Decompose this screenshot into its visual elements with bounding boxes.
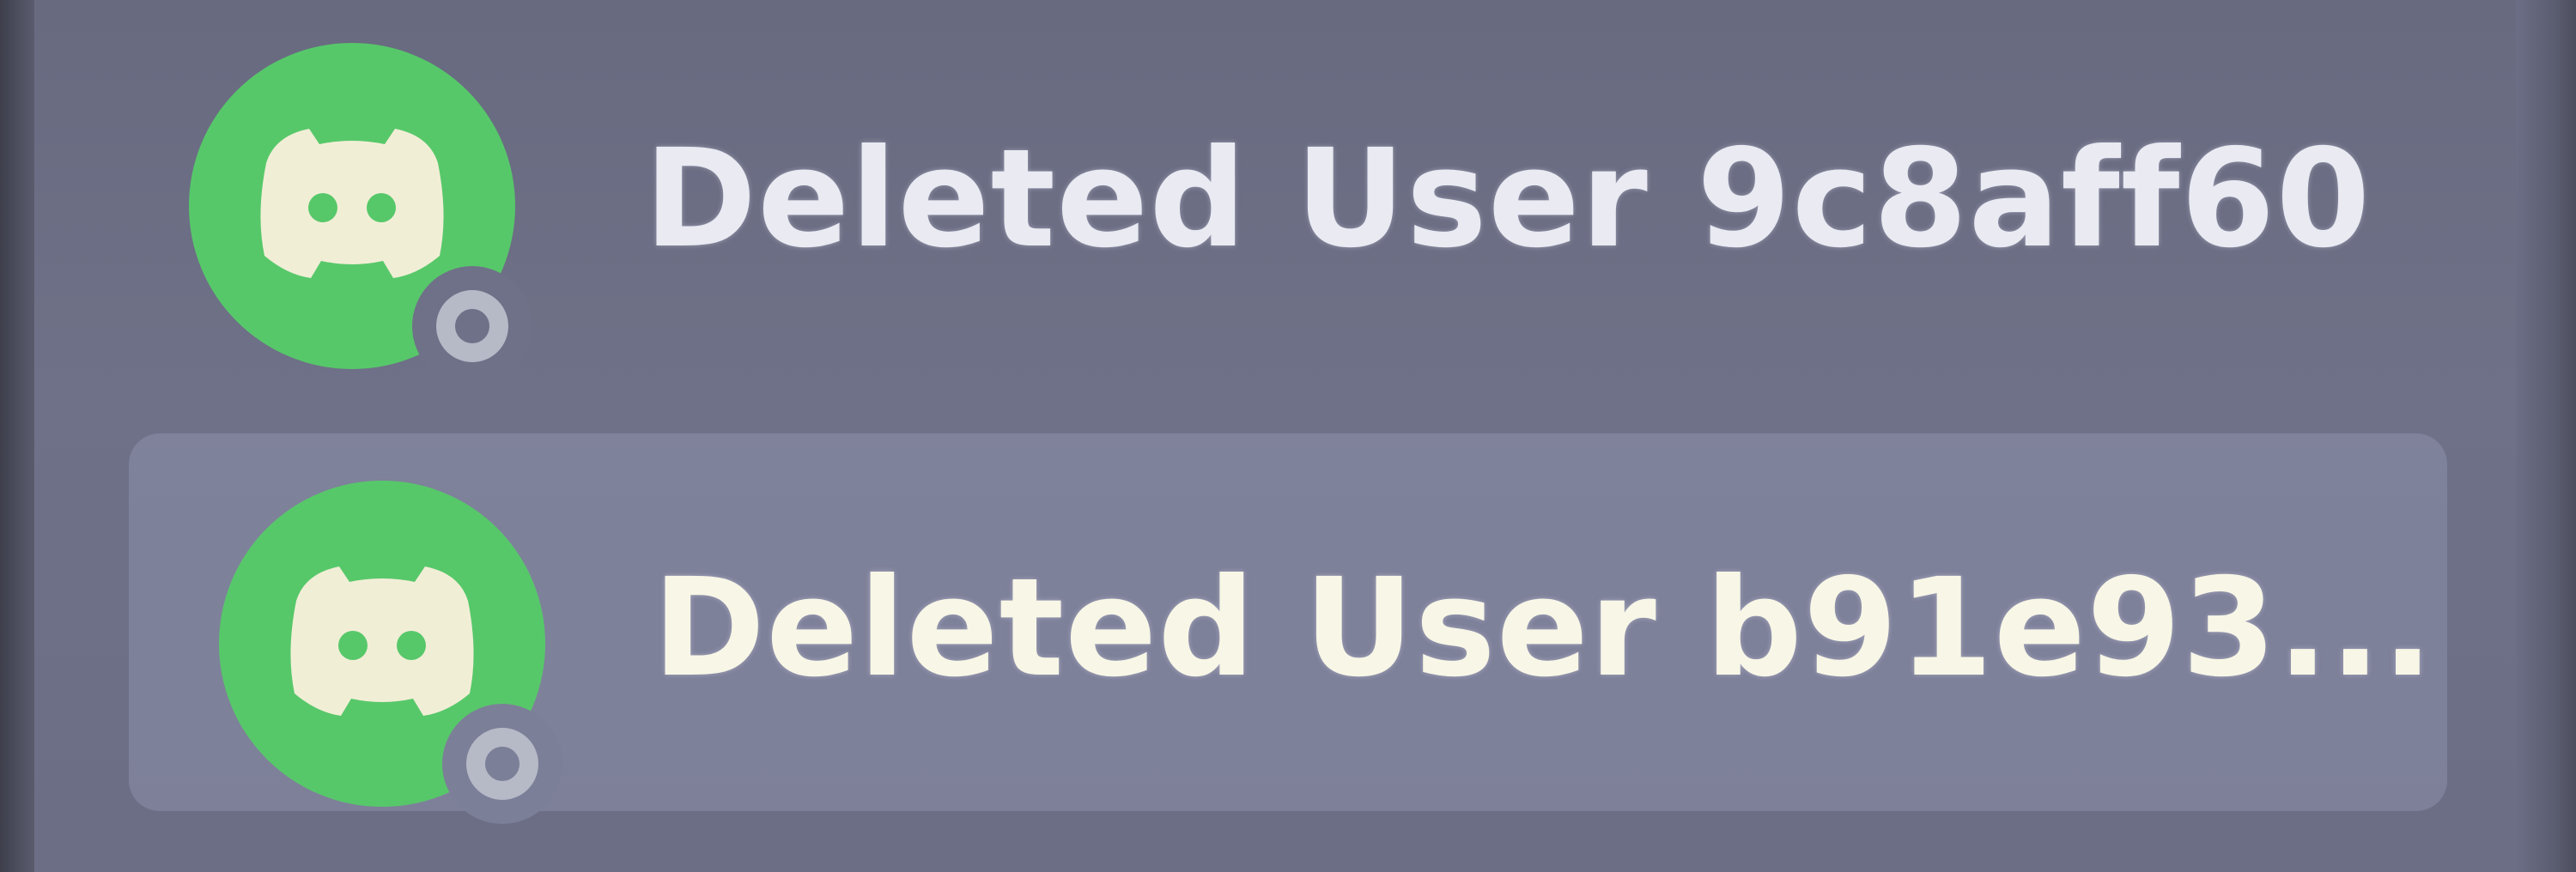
member-list-item[interactable]: Deleted User 9c8aff60 xyxy=(129,9,2447,386)
monitor-bezel-right xyxy=(2516,0,2576,872)
offline-status-icon xyxy=(442,704,562,824)
screen: Deleted User 9c8aff60 Deleted User b91e9… xyxy=(0,0,2576,872)
status-indicator xyxy=(466,728,538,800)
member-name: Deleted User 9c8aff60 xyxy=(644,120,2372,278)
avatar[interactable] xyxy=(219,481,562,824)
member-name: Deleted User b91e93... xyxy=(653,549,2434,707)
discord-logo-icon xyxy=(260,129,444,278)
member-list-item-hovered[interactable]: Deleted User b91e93... xyxy=(129,433,2447,824)
member-list: Deleted User 9c8aff60 Deleted User b91e9… xyxy=(129,0,2447,872)
monitor-bezel-left xyxy=(0,0,34,872)
discord-logo-icon xyxy=(290,566,474,716)
offline-status-icon xyxy=(412,266,532,386)
avatar[interactable] xyxy=(189,43,532,386)
status-indicator xyxy=(436,290,508,362)
